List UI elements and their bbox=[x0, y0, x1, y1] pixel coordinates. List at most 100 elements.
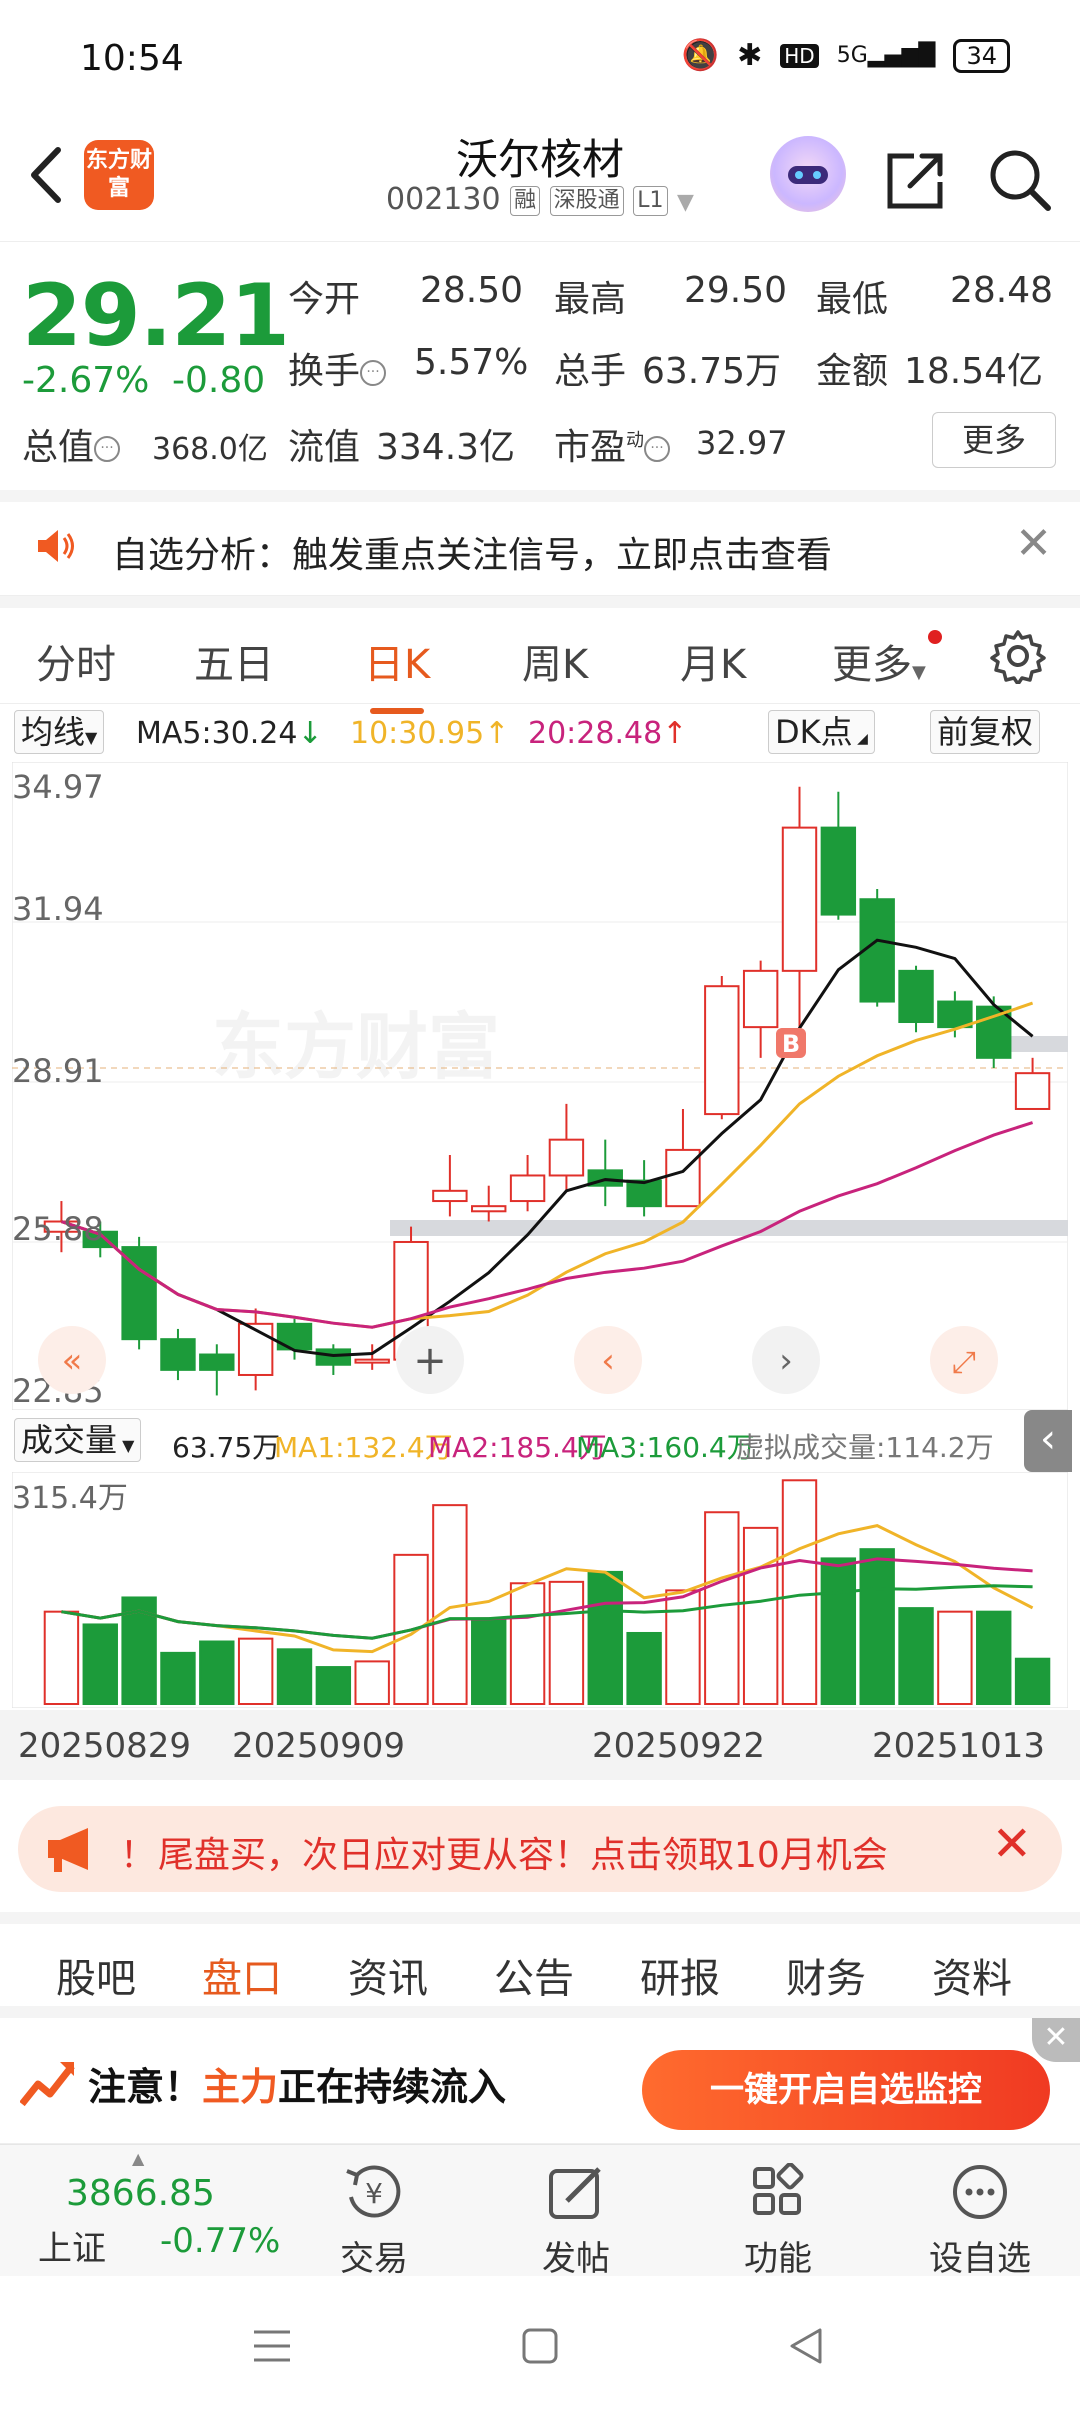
candlestick-chart[interactable]: 东方财富 34.97 31.94 28.91 25.88 22.85 B « +… bbox=[12, 762, 1068, 1410]
enable-monitor-button[interactable]: 一键开启自选监控 bbox=[642, 2050, 1050, 2130]
volume-bar[interactable] bbox=[937, 1610, 973, 1705]
candle-body[interactable] bbox=[121, 1246, 157, 1341]
indicator-dropdown[interactable]: 均线▼ bbox=[14, 710, 105, 754]
tab-research[interactable]: 研报 bbox=[640, 1946, 720, 2004]
ma-legend-row: 均线▼ MA5:30.24↓ 10:30.95↑ 20:28.48↑ DK点 ◢… bbox=[0, 704, 1080, 760]
status-icons: 🔕 ✱ HD 5G▂▄▆█ 34 bbox=[682, 38, 1010, 73]
home-icon[interactable] bbox=[520, 2326, 560, 2366]
index-ticker[interactable]: ▲ 3866.85 上证 -0.77% bbox=[0, 2145, 300, 2277]
tab-financials[interactable]: 财务 bbox=[786, 1946, 866, 2004]
tab-five-day[interactable]: 五日 bbox=[194, 632, 274, 690]
add-watchlist-button[interactable]: 设自选 bbox=[910, 2163, 1050, 2280]
tab-orderbook[interactable]: 盘口 bbox=[202, 1946, 282, 2026]
promo-text[interactable]: 尾盘买，次日应对更从容！点击领取10月机会 bbox=[158, 1826, 888, 1878]
candle-body[interactable] bbox=[1014, 1072, 1051, 1110]
search-icon[interactable] bbox=[986, 146, 1054, 214]
candle-body[interactable] bbox=[315, 1348, 352, 1366]
volume-bar[interactable] bbox=[665, 1589, 701, 1705]
promo-lead: ！ bbox=[120, 1835, 157, 1876]
price-adjust-button[interactable]: 前复权 bbox=[930, 710, 1041, 754]
tab-more[interactable]: 更多▼ bbox=[832, 632, 926, 690]
change-percent: -2.67% bbox=[22, 360, 150, 401]
turnover-value: 5.57% bbox=[414, 342, 529, 383]
open-value: 28.50 bbox=[420, 270, 524, 311]
share-icon[interactable] bbox=[884, 148, 948, 212]
volume-bar[interactable] bbox=[859, 1548, 895, 1706]
volume-bar[interactable] bbox=[199, 1640, 235, 1705]
volume-ma1: MA1:132.4万 bbox=[274, 1431, 453, 1464]
volume-bar[interactable] bbox=[276, 1648, 313, 1705]
dropdown-triangle-icon[interactable]: ▼ bbox=[677, 190, 694, 215]
capital-flow-alert[interactable]: 注意！主力正在持续流入 一键开启自选监控 ✕ bbox=[0, 2018, 1080, 2144]
candle-body[interactable] bbox=[898, 969, 934, 1024]
volume-current: 63.75万 bbox=[172, 1431, 281, 1464]
notice-text[interactable]: 自选分析：触发重点关注信号，立即点击查看 bbox=[112, 526, 832, 578]
candle-body[interactable] bbox=[704, 985, 740, 1116]
edit-icon bbox=[549, 2167, 601, 2219]
volume-bar[interactable] bbox=[626, 1631, 662, 1706]
tab-daily-k[interactable]: 日K bbox=[364, 632, 430, 714]
volume-bar[interactable] bbox=[315, 1666, 352, 1706]
info-icon[interactable]: ··· bbox=[360, 360, 387, 386]
volume-bar[interactable] bbox=[237, 1637, 274, 1705]
tab-announcements[interactable]: 公告 bbox=[494, 1946, 574, 2004]
y-axis-label-3: 28.91 bbox=[12, 1052, 104, 1090]
back-triangle-icon[interactable] bbox=[784, 2324, 828, 2368]
volume-bar[interactable] bbox=[742, 1526, 779, 1705]
volume-bar[interactable] bbox=[354, 1660, 390, 1706]
candle-body[interactable] bbox=[199, 1353, 235, 1371]
tab-forum[interactable]: 股吧 bbox=[56, 1946, 136, 2004]
volume-bar[interactable] bbox=[1014, 1657, 1051, 1706]
volume-chart[interactable]: 315.4万 bbox=[12, 1472, 1068, 1708]
settings-gear-icon[interactable] bbox=[990, 628, 1046, 684]
close-icon[interactable]: ✕ bbox=[1032, 2018, 1080, 2062]
info-icon[interactable]: ··· bbox=[644, 436, 671, 462]
tab-news[interactable]: 资讯 bbox=[348, 1946, 428, 2004]
volume-bar[interactable] bbox=[160, 1651, 196, 1705]
volume-bar[interactable] bbox=[509, 1582, 546, 1705]
trade-button[interactable]: ¥ 交易 bbox=[304, 2163, 444, 2280]
candle-body[interactable] bbox=[354, 1358, 390, 1364]
volume-bar[interactable] bbox=[587, 1570, 623, 1705]
candle-body[interactable] bbox=[742, 969, 779, 1029]
candle-body[interactable] bbox=[160, 1338, 196, 1371]
candle-body[interactable] bbox=[471, 1205, 507, 1213]
volume-bar[interactable] bbox=[781, 1479, 818, 1705]
volume-bar[interactable] bbox=[82, 1623, 118, 1705]
candle-body[interactable] bbox=[937, 1000, 973, 1029]
volume-bar[interactable] bbox=[471, 1617, 507, 1705]
pe-value: 32.97 bbox=[696, 424, 788, 462]
post-button[interactable]: 发帖 bbox=[506, 2163, 646, 2280]
ai-assistant-icon[interactable] bbox=[770, 136, 846, 212]
collapse-panel-button[interactable]: ‹ bbox=[1024, 1410, 1072, 1472]
volume-bar[interactable] bbox=[820, 1557, 857, 1705]
tab-weekly-k[interactable]: 周K bbox=[522, 632, 588, 690]
candle-body[interactable] bbox=[820, 826, 857, 916]
candle-body[interactable] bbox=[626, 1179, 662, 1208]
functions-button[interactable]: 功能 bbox=[708, 2163, 848, 2280]
chart-period-tabs: 分时 五日 日K 周K 月K 更多▼ bbox=[0, 596, 1080, 714]
volume-bar[interactable] bbox=[976, 1610, 1012, 1705]
tab-profile[interactable]: 资料 bbox=[932, 1946, 1012, 2004]
promo-banner[interactable]: ！ 尾盘买，次日应对更从容！点击领取10月机会 ✕ bbox=[18, 1806, 1062, 1892]
more-quote-button[interactable]: 更多 bbox=[932, 412, 1056, 468]
close-icon[interactable]: ✕ bbox=[992, 1816, 1032, 1872]
candle-body[interactable] bbox=[432, 1189, 468, 1203]
tab-monthly-k[interactable]: 月K bbox=[680, 632, 746, 690]
tab-intraday[interactable]: 分时 bbox=[36, 632, 116, 690]
candle-body[interactable] bbox=[781, 826, 818, 972]
notice-bar[interactable]: 自选分析：触发重点关注信号，立即点击查看 ✕ bbox=[0, 490, 1080, 596]
volume-bar[interactable] bbox=[548, 1580, 585, 1705]
volume-bar[interactable] bbox=[43, 1610, 80, 1705]
info-icon[interactable]: ··· bbox=[94, 436, 121, 462]
candle-body[interactable] bbox=[548, 1138, 585, 1177]
close-icon[interactable]: ✕ bbox=[1015, 518, 1052, 569]
last-price: 29.21 bbox=[22, 266, 290, 366]
menu-icon[interactable] bbox=[250, 2326, 294, 2366]
candle-body[interactable] bbox=[509, 1174, 546, 1203]
megaphone-icon bbox=[48, 1828, 88, 1872]
volume-bar[interactable] bbox=[898, 1607, 934, 1705]
plus-icon: + bbox=[413, 1338, 447, 1384]
volume-indicator-dropdown[interactable]: 成交量 ▼ bbox=[14, 1418, 142, 1462]
dk-point-button[interactable]: DK点 ◢ bbox=[768, 710, 875, 754]
